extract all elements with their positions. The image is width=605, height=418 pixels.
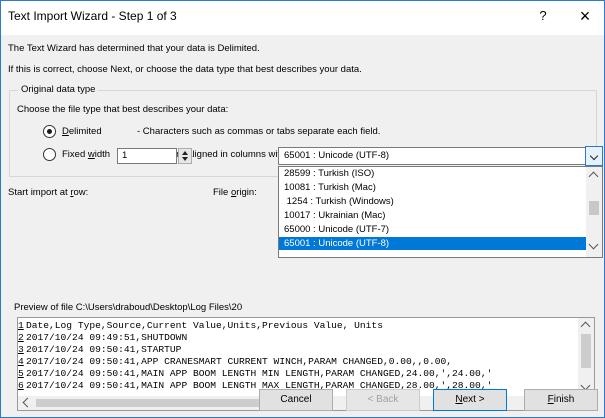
preview-row: 6 2017/10/24 09:50:41,MAIN APP BOOM LENGT… — [18, 380, 493, 391]
fixed-width-radio[interactable] — [43, 148, 56, 161]
spin-up-icon[interactable] — [182, 151, 188, 155]
preview-row: 4 2017/10/24 09:50:41,APP CRANESMART CURR… — [18, 356, 453, 367]
dropdown-scrollbar[interactable] — [586, 167, 602, 257]
cancel-button[interactable]: Cancel — [259, 389, 333, 411]
preview-label: Preview of file C:\Users\draboud\Desktop… — [14, 302, 243, 313]
fixed-width-label[interactable]: Fixed width — [62, 149, 110, 160]
scroll-thumb[interactable] — [581, 334, 591, 368]
close-icon[interactable]: × — [574, 5, 596, 27]
scroll-down-icon[interactable] — [588, 239, 599, 250]
intro-line-1: The Text Wizard has determined that your… — [8, 43, 260, 54]
finish-button[interactable]: Finish — [524, 389, 598, 411]
dropdown-option[interactable]: 28599 : Turkish (ISO) — [279, 167, 586, 180]
spin-down-icon[interactable] — [182, 157, 188, 161]
file-type-prompt: Choose the file type that best describes… — [17, 104, 229, 115]
chevron-down-icon[interactable] — [585, 146, 603, 166]
scroll-up-icon[interactable] — [580, 321, 591, 332]
preview-row: 2 2017/10/24 09:49:51,SHUTDOWN — [18, 332, 188, 343]
dropdown-option[interactable]: 10017 : Ukrainian (Mac) — [279, 209, 586, 222]
help-button[interactable]: ? — [535, 8, 551, 26]
scroll-left-icon[interactable] — [22, 397, 33, 408]
intro-line-2: If this is correct, choose Next, or choo… — [8, 64, 362, 75]
dropdown-option-selected[interactable]: 65001 : Unicode (UTF-8) — [279, 237, 586, 250]
next-button[interactable]: Next > — [433, 389, 507, 411]
text-import-wizard-dialog: Text Import Wizard - Step 1 of 3 ? × The… — [0, 0, 605, 418]
preview-row: 3 2017/10/24 09:50:41,STARTUP — [18, 344, 182, 355]
start-row-input[interactable]: 1 — [117, 148, 177, 164]
back-button[interactable]: < Back — [346, 389, 420, 411]
file-origin-label: File origin: — [213, 187, 257, 198]
window-title: Text Import Wizard - Step 1 of 3 — [8, 9, 177, 23]
preview-row: 1 Date,Log Type,Source,Current Value,Unit… — [18, 320, 383, 331]
dropdown-option[interactable]: 65000 : Unicode (UTF-7) — [279, 223, 586, 236]
scroll-up-icon[interactable] — [588, 171, 599, 182]
delimited-radio[interactable] — [43, 125, 56, 138]
start-row-label: Start import at row: — [8, 187, 89, 198]
delimited-label[interactable]: Delimited — [62, 126, 102, 137]
scroll-thumb[interactable] — [589, 201, 599, 215]
dropdown-option[interactable]: 1254 : Turkish (Windows) — [279, 195, 586, 208]
delimited-description: - Characters such as commas or tabs sepa… — [137, 126, 381, 137]
dropdown-option[interactable]: 10081 : Turkish (Mac) — [279, 181, 586, 194]
start-row-spinner[interactable] — [178, 148, 192, 164]
title-bar: Text Import Wizard - Step 1 of 3 ? × — [1, 1, 604, 35]
file-origin-dropdown-list: 28599 : Turkish (ISO) 10081 : Turkish (M… — [278, 166, 603, 258]
file-origin-select[interactable]: 65001 : Unicode (UTF-8) — [278, 147, 586, 165]
preview-row: 5 2017/10/24 09:50:41,MAIN APP BOOM LENGT… — [18, 368, 493, 379]
preview-vertical-scrollbar[interactable] — [578, 318, 594, 396]
group-legend: Original data type — [18, 84, 99, 95]
